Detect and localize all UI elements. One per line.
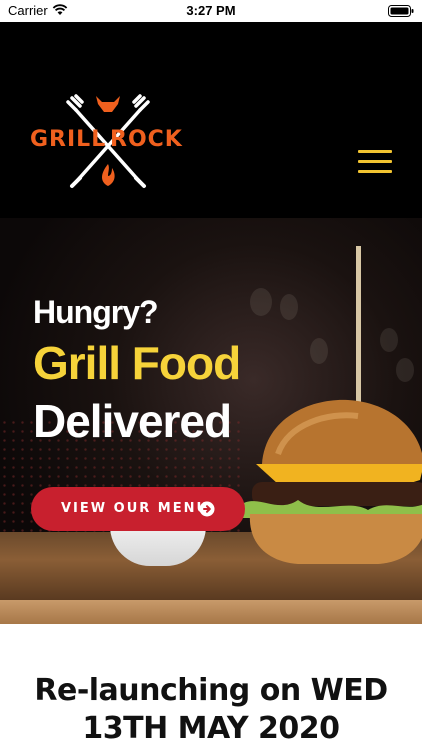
background-bokeh (310, 338, 328, 364)
burger-image (242, 399, 422, 564)
hero-headline-hungry: Hungry? (33, 294, 159, 330)
status-time: 3:27 PM (186, 3, 236, 18)
logo-text-rock: ROCK (110, 127, 183, 152)
background-bokeh (380, 328, 398, 352)
relaunch-heading-line2: 13TH MAY 2020 (82, 711, 340, 746)
battery-icon (388, 5, 414, 17)
hamburger-menu-icon[interactable] (358, 150, 392, 174)
relaunch-heading: Re-launching on WED 13TH MAY 2020 (0, 672, 422, 748)
announcement-section: Re-launching on WED 13TH MAY 2020 (0, 624, 422, 750)
wooden-board-edge (0, 600, 422, 624)
burger-skewer (356, 246, 361, 406)
view-menu-button-label: VIEW OUR MENU (61, 501, 210, 516)
arrow-circle-right-icon (199, 501, 215, 517)
background-bokeh (396, 358, 414, 382)
hero-headline-delivered: Delivered (33, 395, 232, 447)
relaunch-heading-line1: Re-launching on WED (34, 673, 388, 708)
site-header: GRILL ROCK (0, 22, 422, 218)
background-bokeh (250, 288, 272, 316)
hero-headline-grill-food: Grill Food (33, 337, 241, 389)
status-bar: Carrier 3:27 PM (0, 0, 422, 22)
logo-text-grill: GRILL (30, 127, 107, 152)
view-menu-button[interactable]: VIEW OUR MENU (31, 487, 245, 531)
background-bokeh (280, 294, 298, 320)
hero-banner: Hungry? Grill Food Delivered VIEW OUR ME… (0, 218, 422, 624)
